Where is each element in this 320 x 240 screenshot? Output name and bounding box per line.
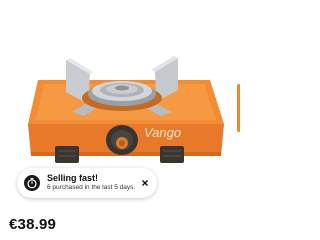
toast-subtitle: 6 purchased in the last 5 days.	[47, 184, 136, 191]
product-price: €38.99	[9, 216, 57, 233]
selling-fast-toast: Selling fast! 6 purchased in the last 5 …	[17, 168, 157, 198]
toast-title: Selling fast!	[47, 173, 99, 183]
next-image-peek[interactable]	[237, 84, 240, 132]
product-card: Vango Selling fast! 6 purchased in the l…	[0, 0, 240, 240]
close-icon[interactable]	[139, 177, 151, 189]
stopwatch-icon	[24, 175, 40, 191]
svg-text:Vango: Vango	[144, 125, 181, 140]
